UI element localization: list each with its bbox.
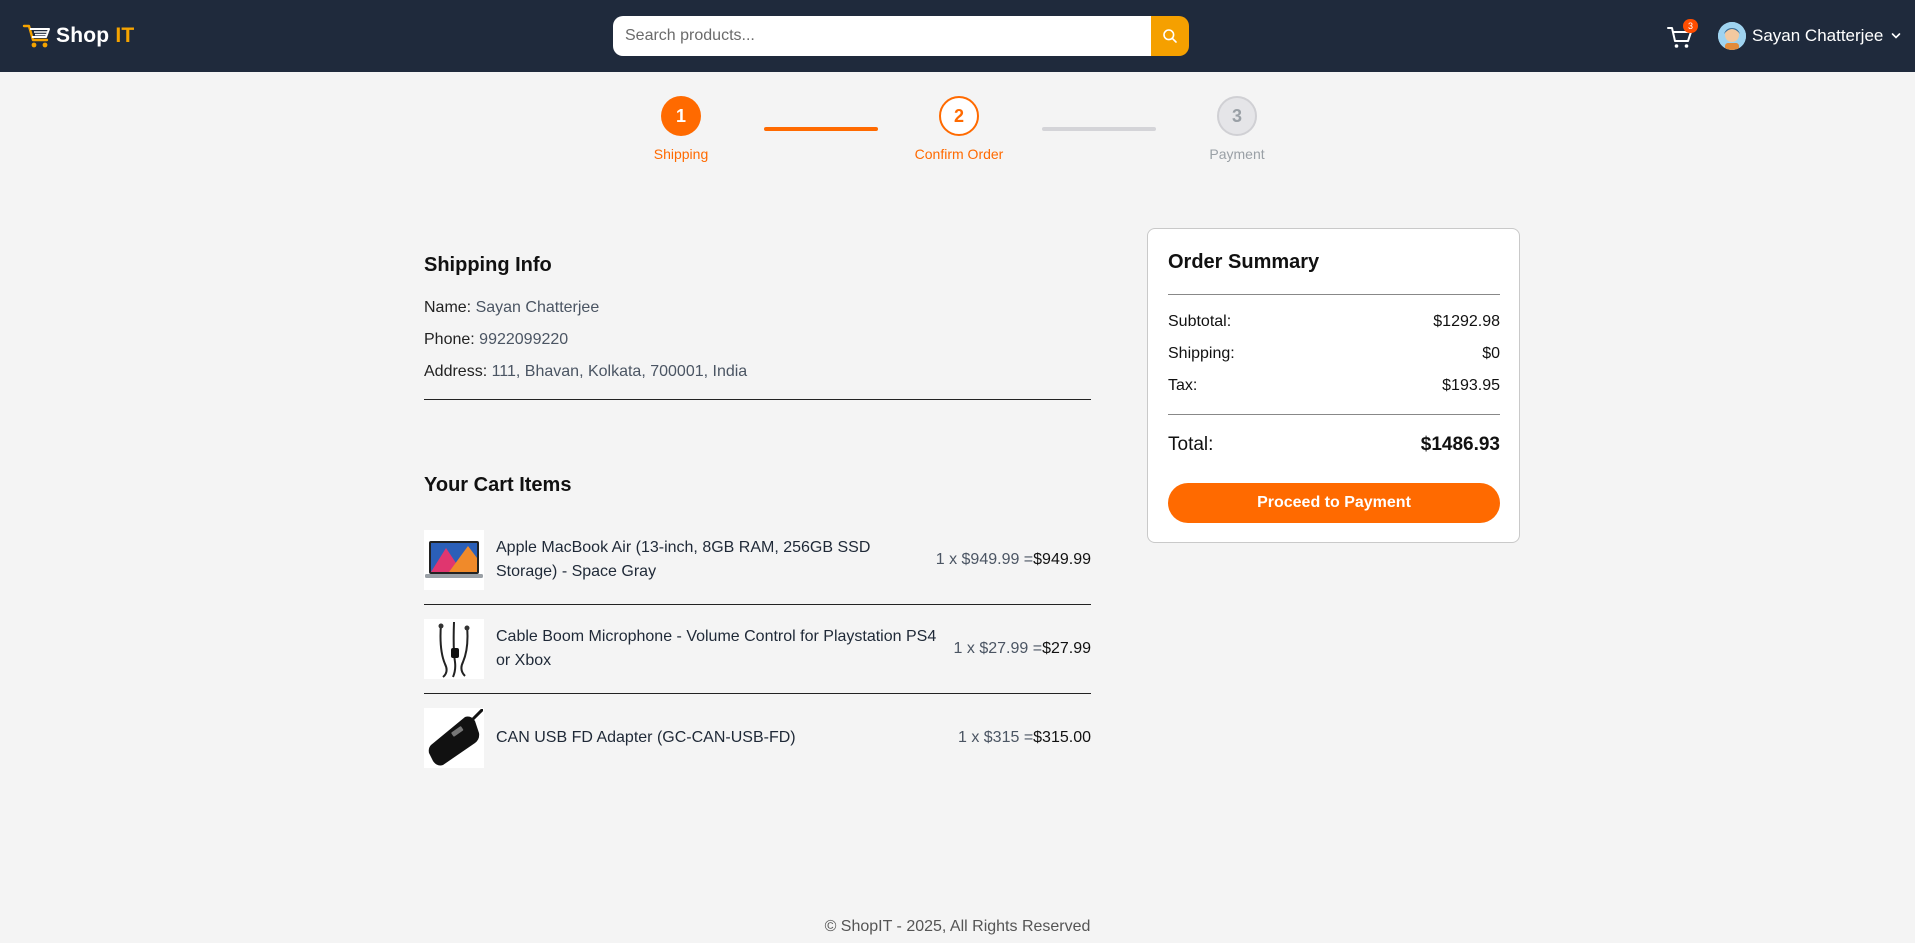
tax-label: Tax: — [1168, 377, 1198, 394]
chevron-down-icon — [1892, 33, 1901, 39]
tax-row: Tax: $193.95 — [1168, 377, 1500, 395]
logo-text: Shop IT — [56, 24, 135, 47]
step-confirm-order: 2 Confirm Order — [899, 96, 1019, 162]
shipping-address: Address: 111, Bhavan, Kolkata, 700001, I… — [424, 363, 748, 380]
cart-items-title: Your Cart Items — [424, 474, 572, 496]
step-number: 2 — [939, 96, 979, 136]
microphone-cable-image — [438, 621, 470, 678]
shipping-value: $0 — [1482, 345, 1500, 362]
cart-item-name[interactable]: Cable Boom Microphone - Volume Control f… — [496, 625, 954, 673]
product-image — [424, 530, 484, 590]
order-summary: Order Summary Subtotal: $1292.98 Shippin… — [1147, 228, 1520, 543]
step-number: 1 — [661, 96, 701, 136]
subtotal-value: $1292.98 — [1433, 313, 1500, 330]
shipping-row: Shipping: $0 — [1168, 345, 1500, 363]
total-label: Total: — [1168, 434, 1214, 455]
step-number: 3 — [1217, 96, 1257, 136]
cart-item-name[interactable]: CAN USB FD Adapter (GC-CAN-USB-FD) — [496, 726, 958, 750]
cart-item-price: 1 x $27.99 =$27.99 — [953, 640, 1091, 657]
shipping-label: Shipping: — [1168, 345, 1235, 362]
step-label: Confirm Order — [914, 146, 1004, 162]
shipping-phone: Phone: 9922099220 — [424, 331, 569, 348]
step-payment: 3 Payment — [1177, 96, 1297, 162]
search-bar — [613, 16, 1189, 56]
product-image — [424, 708, 484, 768]
footer-copyright: © ShopIT - 2025, All Rights Reserved — [824, 918, 1091, 935]
search-input[interactable] — [613, 16, 1151, 56]
divider — [424, 399, 1091, 400]
step-label: Payment — [1209, 146, 1265, 162]
total-value: $1486.93 — [1420, 434, 1500, 455]
order-summary-title: Order Summary — [1168, 251, 1320, 273]
cart-item-price: 1 x $949.99 =$949.99 — [935, 551, 1091, 568]
step-shipping[interactable]: 1 Shipping — [621, 96, 741, 162]
step-connector-pending — [1042, 127, 1156, 131]
cart-count-badge: 3 — [1683, 19, 1698, 33]
cart-item-name[interactable]: Apple MacBook Air (13-inch, 8GB RAM, 256… — [496, 536, 936, 584]
step-connector-complete — [764, 127, 878, 131]
cart-item: Apple MacBook Air (13-inch, 8GB RAM, 256… — [424, 516, 1091, 604]
cart-item-price: 1 x $315 =$315.00 — [957, 729, 1091, 746]
cart-item: Cable Boom Microphone - Volume Control f… — [424, 605, 1091, 693]
subtotal-label: Subtotal: — [1168, 313, 1232, 330]
cart-logo-icon — [22, 24, 50, 48]
cart-item: CAN USB FD Adapter (GC-CAN-USB-FD) 1 x $… — [424, 694, 1091, 782]
divider — [1168, 414, 1500, 415]
tax-value: $193.95 — [1442, 377, 1500, 394]
search-button[interactable] — [1151, 16, 1189, 56]
laptop-image — [425, 541, 483, 578]
divider — [1168, 294, 1500, 295]
avatar — [1718, 22, 1746, 50]
cart-button[interactable]: 3 — [1666, 19, 1698, 52]
user-name: Sayan Chatterjee — [1752, 26, 1884, 45]
search-icon — [1163, 29, 1177, 43]
subtotal-row: Subtotal: $1292.98 — [1168, 313, 1500, 331]
step-label: Shipping — [653, 146, 709, 162]
shopit-logo[interactable]: Shop IT — [22, 20, 134, 52]
proceed-to-payment-button[interactable]: Proceed to Payment — [1168, 483, 1500, 523]
navbar: Shop IT 3 Sayan Chatterjee — [0, 0, 1915, 72]
shipping-info-title: Shipping Info — [424, 254, 552, 276]
total-row: Total: $1486.93 — [1168, 434, 1500, 456]
shipping-info: Shipping Info Name: Sayan Chatterjee Pho… — [424, 254, 1091, 388]
user-menu[interactable]: Sayan Chatterjee — [1718, 21, 1901, 51]
shipping-name: Name: Sayan Chatterjee — [424, 299, 600, 316]
product-image — [424, 619, 484, 679]
user-avatar-icon — [1718, 22, 1746, 50]
usb-adapter-image — [428, 709, 483, 766]
